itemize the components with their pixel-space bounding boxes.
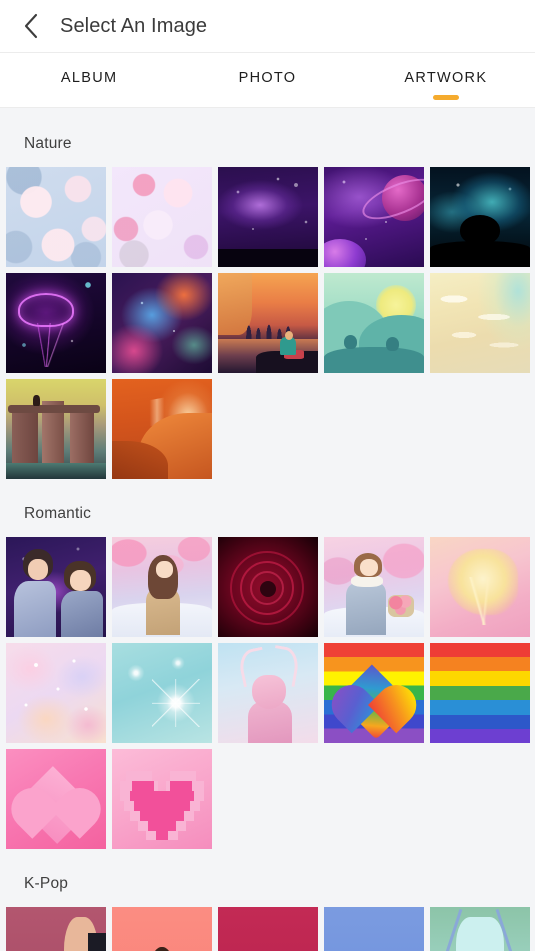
artwork-thumb [112, 537, 212, 637]
tile-anime-couple-night[interactable] [6, 537, 106, 637]
tile-teal-nebula-tree[interactable] [430, 167, 530, 267]
artwork-thumb [6, 643, 106, 743]
tile-pixel-pink-heart[interactable] [112, 749, 212, 849]
section-title-romantic: Romantic [24, 505, 92, 522]
image-grid-kpop [0, 907, 535, 951]
artwork-thumb [112, 273, 212, 373]
app-bar: Select An Image [0, 0, 535, 53]
gallery-scroll-area[interactable]: Nature Romantic K-Pop [0, 109, 535, 951]
tile-blonde-anime-glow[interactable] [430, 537, 530, 637]
tab-album[interactable]: ALBUM [0, 53, 178, 108]
tile-neon-jellyfish[interactable] [6, 273, 106, 373]
artwork-thumb [112, 167, 212, 267]
artwork-thumb [6, 749, 106, 849]
tile-kpop-2[interactable] [112, 907, 212, 951]
tab-indicator-active [432, 95, 459, 100]
artwork-thumb [430, 907, 530, 951]
artwork-thumb [324, 273, 424, 373]
tab-label: ARTWORK [404, 70, 488, 86]
tile-colorful-nebula[interactable] [112, 273, 212, 373]
artwork-thumb [430, 273, 530, 373]
page-title: Select An Image [60, 14, 208, 37]
select-image-screen: Select An Image ALBUM PHOTO ARTWORK Natu… [0, 0, 535, 951]
section-title-kpop: K-Pop [24, 875, 69, 892]
image-grid-romantic [0, 537, 535, 849]
tile-blue-rose-wallpaper[interactable] [6, 167, 106, 267]
artwork-thumb [430, 167, 530, 267]
tile-anime-boy-scarf[interactable] [324, 537, 424, 637]
tab-label: ALBUM [60, 70, 118, 86]
artwork-thumb [218, 537, 318, 637]
section-title-nature: Nature [24, 135, 72, 152]
tile-kpop-5[interactable] [430, 907, 530, 951]
tile-pastel-sparkle-nebula[interactable] [6, 643, 106, 743]
back-button[interactable] [14, 9, 48, 43]
tab-bar: ALBUM PHOTO ARTWORK [0, 53, 535, 108]
tab-artwork[interactable]: ARTWORK [357, 53, 535, 108]
artwork-thumb [112, 749, 212, 849]
artwork-thumb [218, 273, 318, 373]
artwork-thumb [324, 907, 424, 951]
tile-anime-girl-sakura[interactable] [112, 537, 212, 637]
tile-kpop-1[interactable] [6, 907, 106, 951]
tile-teal-hills-sun[interactable] [324, 273, 424, 373]
image-grid-nature [0, 167, 535, 479]
tile-galaxy-planet-rings[interactable] [324, 167, 424, 267]
tab-indicator [254, 95, 280, 100]
tile-golden-rainbow-sky[interactable] [430, 273, 530, 373]
artwork-thumb [112, 379, 212, 479]
artwork-thumb [218, 643, 318, 743]
artwork-thumb [6, 537, 106, 637]
artwork-thumb [430, 643, 530, 743]
artwork-thumb [6, 907, 106, 951]
artwork-thumb [218, 167, 318, 267]
tab-indicator [76, 95, 102, 100]
tile-sunset-lake-person[interactable] [218, 273, 318, 373]
tile-purple-galaxy-forest[interactable] [218, 167, 318, 267]
tile-cliff-canyon[interactable] [6, 379, 106, 479]
artwork-thumb [430, 537, 530, 637]
artwork-thumb [324, 537, 424, 637]
artwork-thumb [324, 643, 424, 743]
artwork-thumb [6, 167, 106, 267]
tab-photo[interactable]: PHOTO [178, 53, 356, 108]
artwork-thumb [6, 273, 106, 373]
artwork-thumb [324, 167, 424, 267]
artwork-thumb [112, 643, 212, 743]
tile-smooth-pink-heart[interactable] [6, 749, 106, 849]
tile-red-desert-dunes[interactable] [112, 379, 212, 479]
artwork-thumb [112, 907, 212, 951]
tile-pink-floral-wallpaper[interactable] [112, 167, 212, 267]
tile-pink-deer[interactable] [218, 643, 318, 743]
tile-rainbow-flag[interactable] [430, 643, 530, 743]
tile-kpop-3[interactable] [218, 907, 318, 951]
artwork-thumb [6, 379, 106, 479]
tile-red-rose-macro[interactable] [218, 537, 318, 637]
artwork-thumb [218, 907, 318, 951]
tile-dandelion-teal[interactable] [112, 643, 212, 743]
tab-label: PHOTO [238, 70, 297, 86]
tile-kpop-4[interactable] [324, 907, 424, 951]
chevron-left-icon [24, 13, 38, 39]
tile-rainbow-heart[interactable] [324, 643, 424, 743]
